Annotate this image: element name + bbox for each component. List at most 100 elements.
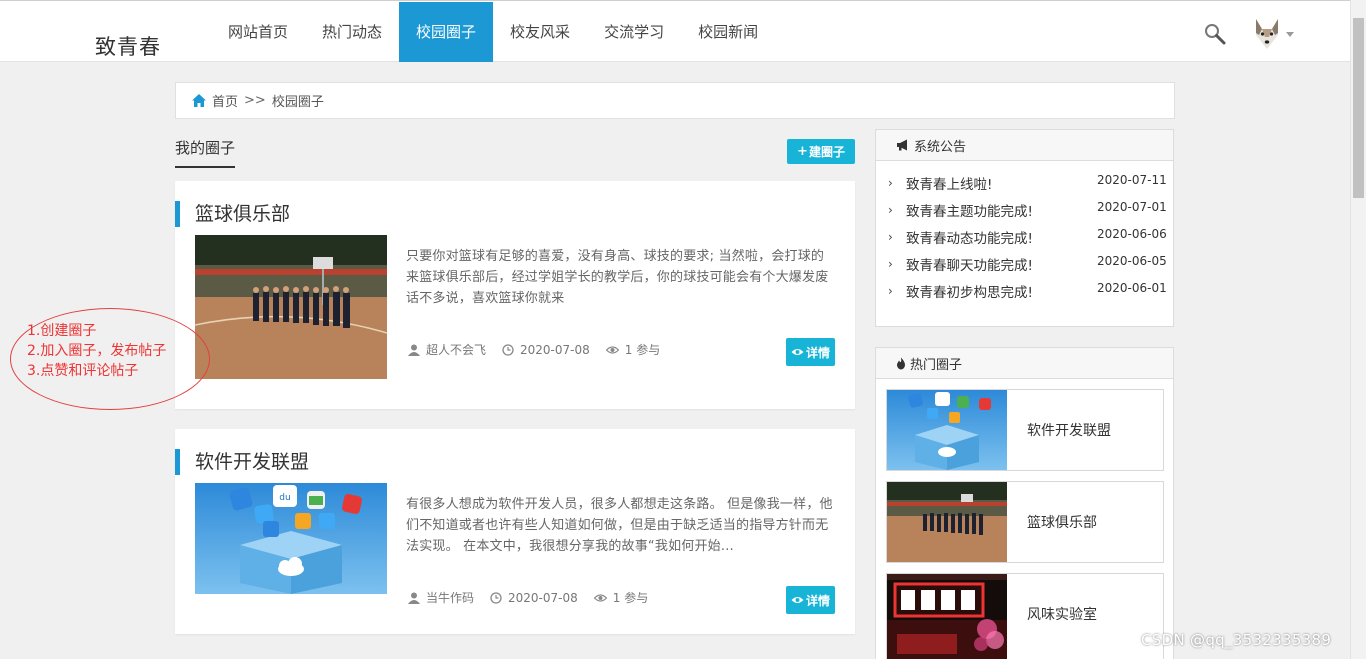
- search-icon[interactable]: [1203, 22, 1227, 46]
- user-icon: [408, 592, 420, 604]
- notice-date: 2020-06-01: [1097, 281, 1167, 295]
- notice-item[interactable]: › 致青春初步构思完成! 2020-06-01: [876, 277, 1173, 304]
- annotation-line: 3.点赞和评论帖子: [27, 363, 139, 379]
- user-avatar[interactable]: [1250, 15, 1284, 53]
- author-meta: 超人不会飞: [408, 341, 486, 358]
- notice-text: 致青春上线啦!: [906, 176, 993, 193]
- basketball-court-image: [887, 482, 1007, 562]
- plus-icon: +: [797, 144, 808, 159]
- hot-circle-thumbnail: [887, 390, 1007, 470]
- views-meta: 1 参与: [605, 341, 661, 358]
- my-circles-title[interactable]: 我的圈子: [175, 137, 236, 168]
- basketball-court-image: [195, 235, 387, 379]
- chevron-right-icon: ›: [888, 256, 893, 271]
- hot-circle-thumbnail: [887, 482, 1007, 562]
- notice-text: 致青春动态功能完成!: [906, 230, 1033, 247]
- scrollbar-thumb[interactable]: [1353, 18, 1364, 198]
- post-date: 2020-07-08: [520, 342, 590, 357]
- notice-item[interactable]: › 致青春主题功能完成! 2020-07-01: [876, 196, 1173, 223]
- night-sign-image: [887, 574, 1007, 659]
- notice-date: 2020-06-05: [1097, 254, 1167, 268]
- top-navbar: 致青春 网站首页 热门动态 校园圈子 校友风采 交流学习 校园新闻: [0, 0, 1350, 62]
- date-meta: 2020-07-08: [502, 343, 590, 357]
- hot-circle-item[interactable]: 风味实验室: [886, 573, 1164, 659]
- author-meta: 当牛作码: [408, 589, 474, 606]
- circle-meta: 当牛作码 2020-07-08 1 参与: [408, 589, 664, 606]
- nav-campus-news[interactable]: 校园新闻: [681, 2, 775, 62]
- detail-button[interactable]: 详情: [786, 586, 835, 614]
- eye-icon: [791, 597, 804, 603]
- detail-label: 详情: [805, 593, 830, 608]
- circle-title[interactable]: 篮球俱乐部: [175, 201, 290, 227]
- notice-text: 致青春聊天功能完成!: [906, 257, 1033, 274]
- hot-circle-thumbnail: [887, 574, 1007, 659]
- hot-circle-item[interactable]: 篮球俱乐部: [886, 481, 1164, 563]
- clock-icon: [502, 343, 514, 356]
- notice-date: 2020-06-06: [1097, 227, 1167, 241]
- clock-icon: [490, 591, 502, 604]
- system-notice-panel: 系统公告 › 致青春上线啦! 2020-07-11 › 致青春主题功能完成! 2…: [875, 129, 1174, 327]
- chevron-down-icon[interactable]: [1286, 32, 1294, 37]
- chevron-right-icon: ›: [888, 229, 893, 244]
- circle-thumbnail[interactable]: [195, 235, 387, 379]
- main-nav: 网站首页 热门动态 校园圈子 校友风采 交流学习 校园新闻: [211, 2, 775, 62]
- notice-item[interactable]: › 致青春上线啦! 2020-07-11: [876, 169, 1173, 196]
- csdn-watermark: CSDN @qq_3532335389: [1141, 631, 1332, 649]
- hot-circle-name: 风味实验室: [1027, 607, 1097, 623]
- page-scrollbar[interactable]: [1350, 0, 1366, 659]
- notice-item[interactable]: › 致青春聊天功能完成! 2020-06-05: [876, 250, 1173, 277]
- nav-home[interactable]: 网站首页: [211, 2, 305, 62]
- hot-circle-item[interactable]: 软件开发联盟: [886, 389, 1164, 471]
- annotation-notes: 1.创建圈子 2.加入圈子，发布帖子 3.点赞和评论帖子: [27, 321, 166, 381]
- hot-circle-name: 软件开发联盟: [1027, 423, 1111, 439]
- eye-icon: [605, 345, 619, 354]
- user-icon: [408, 344, 420, 356]
- app-box-image: du: [195, 483, 387, 594]
- nav-alumni[interactable]: 校友风采: [493, 2, 587, 62]
- notice-list: › 致青春上线啦! 2020-07-11 › 致青春主题功能完成! 2020-0…: [876, 161, 1173, 304]
- circle-description: 只要你对篮球有足够的喜爱，没有身高、球技的要求; 当然啦，会打球的来篮球俱乐部后…: [406, 249, 829, 306]
- notice-date: 2020-07-11: [1097, 173, 1167, 187]
- panel-header: 系统公告: [876, 130, 1173, 161]
- site-brand[interactable]: 致青春: [95, 31, 161, 61]
- annotation-line: 2.加入圈子，发布帖子: [27, 343, 167, 359]
- app-box-image: [887, 390, 1007, 470]
- panel-header: 热门圈子: [876, 348, 1173, 379]
- circle-thumbnail[interactable]: du: [195, 483, 387, 594]
- chevron-right-icon: ›: [888, 283, 893, 298]
- views-meta: 1 参与: [593, 589, 649, 606]
- svg-text:du: du: [279, 493, 290, 503]
- detail-label: 详情: [805, 345, 830, 360]
- circle-meta: 超人不会飞 2020-07-08 1 参与: [408, 341, 676, 358]
- detail-button[interactable]: 详情: [786, 338, 835, 366]
- post-date: 2020-07-08: [508, 590, 578, 605]
- breadcrumb-home[interactable]: 首页: [212, 91, 238, 110]
- nav-study[interactable]: 交流学习: [587, 2, 681, 62]
- eye-icon: [593, 593, 607, 602]
- create-circle-button[interactable]: + 建圈子: [787, 139, 855, 164]
- notice-text: 致青春主题功能完成!: [906, 203, 1033, 220]
- circle-title[interactable]: 软件开发联盟: [175, 449, 309, 475]
- eye-icon: [791, 349, 804, 355]
- circle-card: 软件开发联盟 du 有很多人想成为软件开发人员，很多人都想走这条路。 但是像我一…: [175, 429, 855, 634]
- circle-description: 有很多人想成为软件开发人员，很多人都想走这条路。 但是像我一样，他们不知道或者也…: [406, 497, 833, 554]
- chevron-right-icon: ›: [888, 202, 893, 217]
- fire-icon: [897, 357, 905, 369]
- nav-hot-feeds[interactable]: 热门动态: [305, 2, 399, 62]
- author-name[interactable]: 当牛作码: [426, 589, 474, 606]
- home-icon: [192, 94, 206, 107]
- date-meta: 2020-07-08: [490, 591, 578, 605]
- nav-campus-circles[interactable]: 校园圈子: [399, 2, 494, 62]
- notice-item[interactable]: › 致青春动态功能完成! 2020-06-06: [876, 223, 1173, 250]
- breadcrumb: 首页 >> 校园圈子: [175, 82, 1175, 119]
- participant-count: 1 参与: [612, 591, 649, 605]
- author-name[interactable]: 超人不会飞: [426, 341, 486, 358]
- hot-circle-name: 篮球俱乐部: [1027, 515, 1097, 531]
- participant-count: 1 参与: [624, 343, 661, 357]
- notice-date: 2020-07-01: [1097, 200, 1167, 214]
- breadcrumb-current: 校园圈子: [271, 95, 324, 110]
- chevron-right-icon: ›: [888, 175, 893, 190]
- circle-card: 篮球俱乐部 只要你对篮球有足够的喜爱，没有身高、球技的要求; 当然啦，会打球的来…: [175, 181, 855, 409]
- annotation-line: 1.创建圈子: [27, 323, 97, 339]
- notice-text: 致青春初步构思完成!: [906, 284, 1033, 301]
